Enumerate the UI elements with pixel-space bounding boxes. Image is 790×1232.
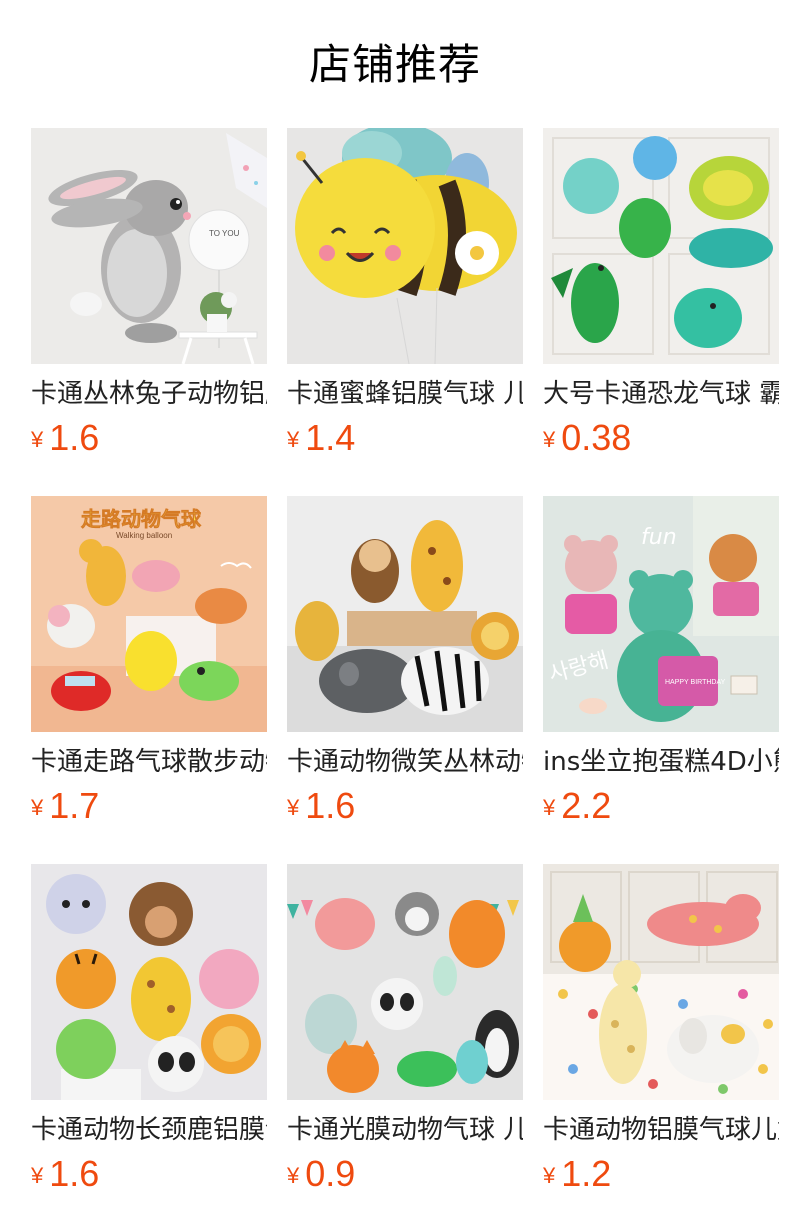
product-card[interactable]: 大号卡通恐龙气球 霸王龙 ¥0.38 xyxy=(543,128,779,470)
product-card[interactable]: 卡通动物长颈鹿铝膜气球 ¥1.6 xyxy=(31,864,267,1206)
decor-word: fun xyxy=(641,525,677,550)
product-price: ¥1.6 xyxy=(31,418,267,458)
currency-symbol: ¥ xyxy=(543,427,556,452)
product-name[interactable]: 卡通动物铝膜气球儿童 xyxy=(543,1114,779,1146)
currency-symbol: ¥ xyxy=(287,1163,300,1188)
bee-balloon-photo-icon[interactable] xyxy=(287,128,523,364)
currency-symbol: ¥ xyxy=(31,1163,44,1188)
dinosaur-balloons-photo-icon[interactable] xyxy=(543,128,779,364)
product-price: ¥1.6 xyxy=(287,786,523,826)
product-grid: TO YOU 卡通丛林兔子动物铝膜气球 ¥1.6 xyxy=(31,128,790,1206)
product-price: ¥0.9 xyxy=(287,1154,523,1194)
product-card[interactable]: fun HAPPY BIRTHDAY 사랑해 ins坐立抱蛋糕4D小熊气球 ¥2… xyxy=(543,496,779,838)
price-value: 1.7 xyxy=(49,785,100,826)
jungle-animal-balloons-photo-icon[interactable] xyxy=(287,496,523,732)
price-value: 0.38 xyxy=(561,417,632,458)
balloon-tag-text: TO YOU xyxy=(209,229,240,238)
product-card[interactable]: 卡通光膜动物气球 儿童 ¥0.9 xyxy=(287,864,523,1206)
currency-symbol: ¥ xyxy=(31,427,44,452)
mixed-animal-balloons-photo-icon[interactable] xyxy=(287,864,523,1100)
product-price: ¥2.2 xyxy=(543,786,779,826)
rabbit-balloon-photo-icon[interactable]: TO YOU xyxy=(31,128,267,364)
product-card[interactable]: 卡通动物微笑丛林动物气球 ¥1.6 xyxy=(287,496,523,838)
price-value: 1.2 xyxy=(561,1153,612,1194)
giraffe-elephant-balloons-photo-icon[interactable] xyxy=(543,864,779,1100)
banner-text: 走路动物气球 xyxy=(81,507,202,531)
product-name[interactable]: 卡通光膜动物气球 儿童 xyxy=(287,1114,523,1146)
product-price: ¥0.38 xyxy=(543,418,779,458)
animal-head-balloons-photo-icon[interactable] xyxy=(31,864,267,1100)
product-name[interactable]: 卡通蜜蜂铝膜气球 儿童 xyxy=(287,378,523,410)
product-price: ¥1.6 xyxy=(31,1154,267,1194)
currency-symbol: ¥ xyxy=(543,1163,556,1188)
product-price: ¥1.2 xyxy=(543,1154,779,1194)
product-name[interactable]: 大号卡通恐龙气球 霸王龙 xyxy=(543,378,779,410)
walking-animal-balloons-photo-icon[interactable]: 走路动物气球 Walking balloon xyxy=(31,496,267,732)
price-value: 0.9 xyxy=(305,1153,356,1194)
product-card[interactable]: 卡通蜜蜂铝膜气球 儿童 ¥1.4 xyxy=(287,128,523,470)
page-title: 店铺推荐 xyxy=(308,40,481,89)
cake-text: HAPPY BIRTHDAY xyxy=(665,679,726,686)
currency-symbol: ¥ xyxy=(31,795,44,820)
product-card[interactable]: 走路动物气球 Walking balloon 卡通走路气球散步动物气球 ¥1.7 xyxy=(31,496,267,838)
product-card[interactable]: TO YOU 卡通丛林兔子动物铝膜气球 ¥1.6 xyxy=(31,128,267,470)
bear-cake-balloons-photo-icon[interactable]: fun HAPPY BIRTHDAY 사랑해 xyxy=(543,496,779,732)
currency-symbol: ¥ xyxy=(287,427,300,452)
price-value: 1.6 xyxy=(305,785,356,826)
product-name[interactable]: 卡通丛林兔子动物铝膜气球 xyxy=(31,378,267,410)
price-value: 1.4 xyxy=(305,417,356,458)
product-card[interactable]: 卡通动物铝膜气球儿童 ¥1.2 xyxy=(543,864,779,1206)
product-name[interactable]: 卡通动物长颈鹿铝膜气球 xyxy=(31,1114,267,1146)
product-price: ¥1.4 xyxy=(287,418,523,458)
price-value: 2.2 xyxy=(561,785,612,826)
product-name[interactable]: 卡通走路气球散步动物气球 xyxy=(31,746,267,778)
currency-symbol: ¥ xyxy=(287,795,300,820)
product-name[interactable]: ins坐立抱蛋糕4D小熊气球 xyxy=(543,746,779,778)
product-price: ¥1.7 xyxy=(31,786,267,826)
price-value: 1.6 xyxy=(49,1153,100,1194)
banner-subtext: Walking balloon xyxy=(116,531,172,540)
price-value: 1.6 xyxy=(49,417,100,458)
currency-symbol: ¥ xyxy=(543,795,556,820)
product-name[interactable]: 卡通动物微笑丛林动物气球 xyxy=(287,746,523,778)
